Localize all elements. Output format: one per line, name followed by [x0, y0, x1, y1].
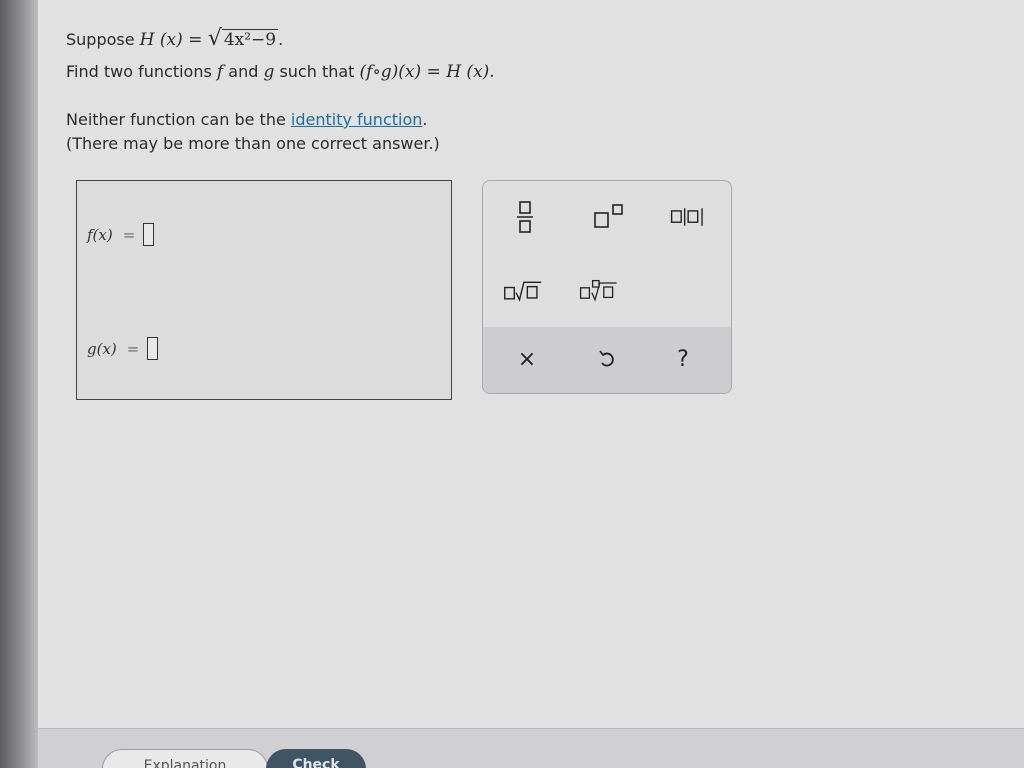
equals-sign: =: [122, 225, 136, 244]
f-of-x-label: f(x): [87, 225, 113, 244]
monitor-bezel: [0, 0, 38, 768]
help-button[interactable]: ?: [663, 341, 703, 377]
check-button[interactable]: Check: [266, 749, 366, 768]
absolute-value-icon[interactable]: [669, 199, 709, 235]
clear-button[interactable]: ×: [507, 341, 547, 377]
fraction-icon[interactable]: [505, 199, 545, 235]
composition-expression: (f∘g)(x) = H (x).: [359, 62, 495, 82]
undo-icon[interactable]: [587, 341, 627, 377]
superscript-icon[interactable]: [589, 199, 629, 235]
question-line-3: Neither function can be the identity fun…: [66, 110, 428, 129]
radical-sign-icon: √: [207, 26, 222, 51]
g-of-x-label: g(x): [87, 339, 117, 358]
function-h-label: H (x) =: [139, 30, 208, 50]
screen: Suppose H (x) = √ 4x²−9. Find two functio…: [0, 0, 1024, 768]
answer-row-f: f(x) =: [87, 223, 155, 246]
g-answer-input[interactable]: [147, 337, 159, 360]
answer-box: f(x) = g(x) =: [76, 180, 452, 400]
nth-root-icon[interactable]: [579, 273, 619, 309]
problem-page: Suppose H (x) = √ 4x²−9. Find two functio…: [38, 0, 1024, 728]
radicand: 4x²−9: [221, 29, 279, 50]
question-line-4: (There may be more than one correct answ…: [66, 134, 440, 153]
footer-bar: Explanation Check: [38, 728, 1024, 768]
square-root-icon[interactable]: [503, 273, 543, 309]
explanation-button[interactable]: Explanation: [102, 749, 268, 768]
question-line-1: Suppose H (x) = √ 4x²−9.: [66, 26, 284, 51]
math-palette: × ?: [482, 180, 732, 394]
answer-row-g: g(x) =: [87, 337, 159, 360]
square-root-expression: √ 4x²−9: [208, 26, 279, 51]
equals-sign: =: [126, 339, 140, 358]
f-answer-input[interactable]: [143, 223, 155, 246]
question-line-2: Find two functions f and g such that (f∘…: [66, 62, 495, 82]
palette-actions: × ?: [483, 327, 731, 393]
identity-function-link[interactable]: identity function: [291, 110, 423, 129]
